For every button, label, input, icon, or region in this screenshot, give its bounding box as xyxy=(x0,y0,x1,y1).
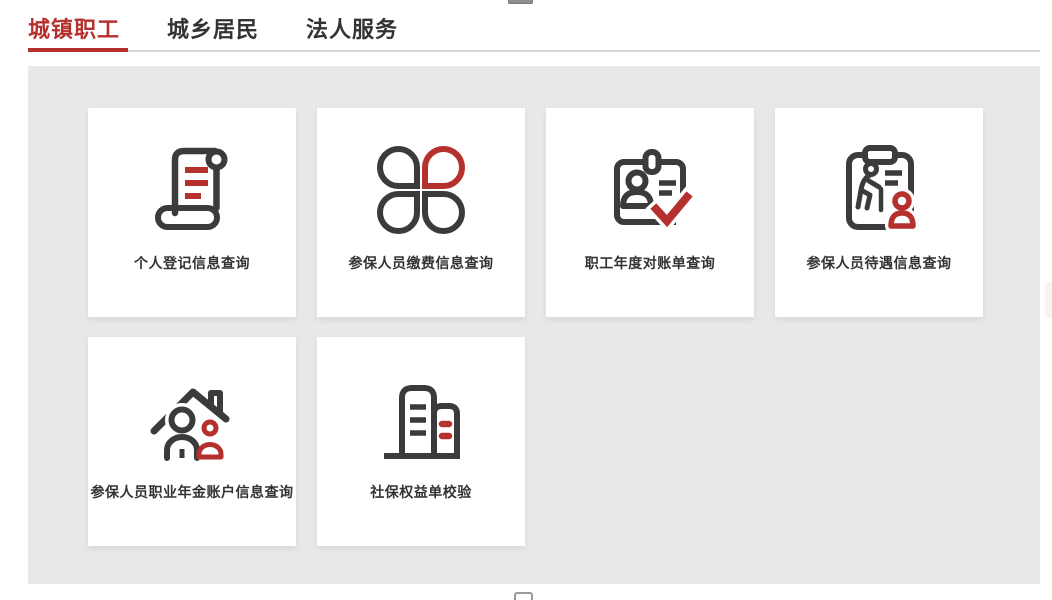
top-edge-widget[interactable] xyxy=(508,0,533,4)
service-card-label: 职工年度对账单查询 xyxy=(585,253,716,273)
service-card-annuity-account-query[interactable]: 参保人员职业年金账户信息查询 xyxy=(88,337,296,546)
scroll-document-icon xyxy=(142,140,242,240)
service-card-annual-statement-query[interactable]: 职工年度对账单查询 xyxy=(546,108,754,317)
id-badge-check-icon xyxy=(600,140,700,240)
service-card-rights-statement-verify[interactable]: 社保权益单校验 xyxy=(317,337,525,546)
petal-clover-icon xyxy=(371,140,471,240)
tab-list: 城镇职工 城乡居民 法人服务 xyxy=(28,18,1040,52)
service-card-label: 参保人员待遇信息查询 xyxy=(807,253,952,273)
service-card-benefit-info-query[interactable]: 参保人员待遇信息查询 xyxy=(775,108,983,317)
service-card-label: 参保人员职业年金账户信息查询 xyxy=(91,482,294,502)
service-card-personal-registration-query[interactable]: 个人登记信息查询 xyxy=(88,108,296,317)
right-edge-handle[interactable] xyxy=(1045,282,1052,318)
service-card-payment-info-query[interactable]: 参保人员缴费信息查询 xyxy=(317,108,525,317)
service-card-label: 社保权益单校验 xyxy=(370,482,472,502)
tab-urban-employees[interactable]: 城镇职工 xyxy=(28,18,120,52)
buildings-icon xyxy=(371,369,471,469)
services-panel: 个人登记信息查询 参保人员缴费信息查询 xyxy=(28,66,1040,584)
clipboard-elder-icon xyxy=(829,140,929,240)
services-grid: 个人登记信息查询 参保人员缴费信息查询 xyxy=(28,66,1040,546)
tab-legal-person-services[interactable]: 法人服务 xyxy=(306,18,398,52)
tab-urban-rural-residents[interactable]: 城乡居民 xyxy=(167,18,259,52)
tab-bar: 城镇职工 城乡居民 法人服务 xyxy=(28,18,1040,52)
service-card-label: 个人登记信息查询 xyxy=(134,253,250,273)
bottom-edge-widget[interactable] xyxy=(514,592,533,600)
service-card-label: 参保人员缴费信息查询 xyxy=(349,253,494,273)
house-members-icon xyxy=(142,369,242,469)
